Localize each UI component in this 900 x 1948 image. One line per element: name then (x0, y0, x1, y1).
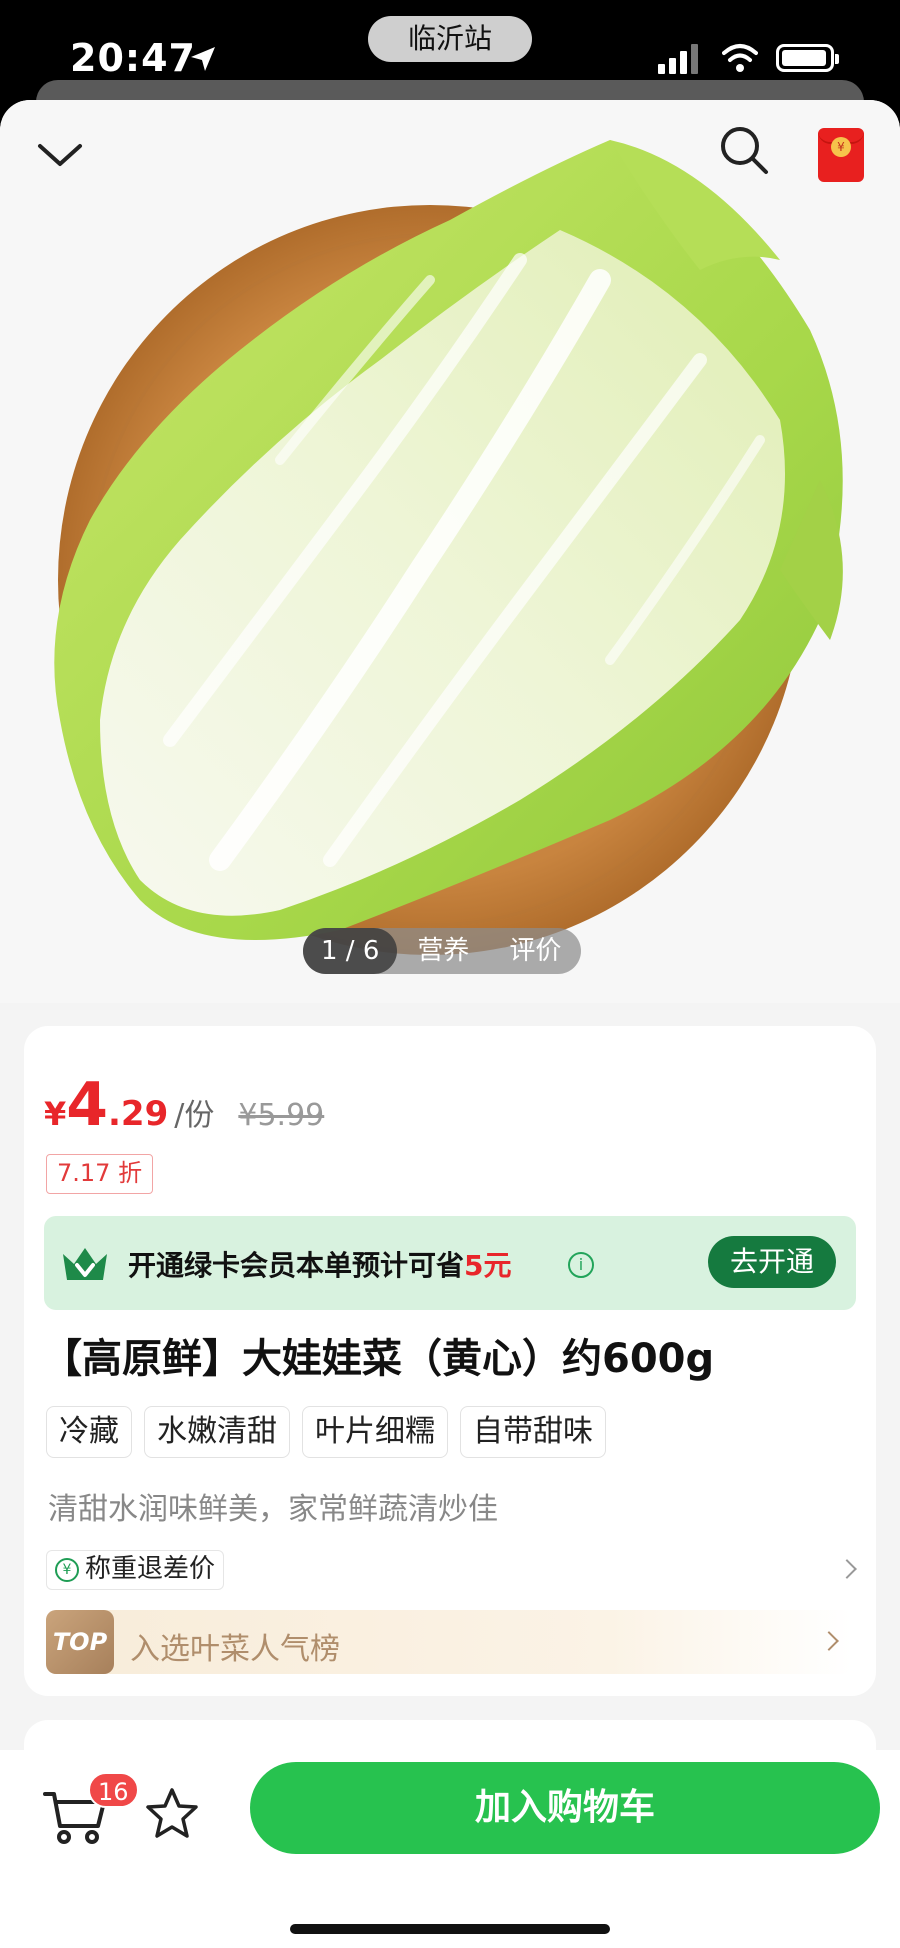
open-membership-button[interactable]: 去开通 (708, 1236, 836, 1288)
chevron-right-icon (837, 1559, 857, 1579)
tab-nutrition[interactable]: 营养 (397, 928, 489, 974)
station-pill[interactable]: 临沂站 (368, 16, 532, 62)
product-subtitle: 清甜水润味鲜美，家常鲜蔬清炒佳 (48, 1492, 498, 1527)
member-banner[interactable]: 开通绿卡会员本单预计可省5元 i 去开通 (44, 1216, 856, 1310)
top-badge-icon: TOP (46, 1610, 114, 1674)
product-gallery[interactable]: ¥ 1 / 6 营养 评价 (0, 100, 900, 1003)
status-time: 20:47 (70, 36, 196, 80)
price-integer: 4 (66, 1070, 109, 1140)
price-unit: /份 (174, 1098, 215, 1133)
cellular-signal-icon (658, 44, 698, 74)
search-icon[interactable] (716, 122, 772, 178)
price-row: ¥ 4 .29 /份 ¥5.99 (44, 1070, 324, 1140)
price-currency: ¥ (44, 1095, 67, 1133)
image-counter: 1 / 6 (303, 928, 398, 974)
green-card-crown-icon (63, 1248, 107, 1280)
weight-refund-row[interactable]: ¥ 称重退差价 (44, 1546, 876, 1594)
member-save-amount: 5元 (464, 1249, 512, 1282)
feature-tag: 水嫩清甜 (144, 1406, 290, 1458)
price-decimal: .29 (108, 1094, 169, 1134)
home-indicator[interactable] (290, 1924, 610, 1934)
tab-reviews[interactable]: 评价 (489, 928, 581, 974)
product-image (54, 140, 843, 955)
cart-count-badge: 16 (88, 1772, 139, 1808)
gallery-pager: 1 / 6 营养 评价 (303, 928, 582, 974)
weight-refund-chip: ¥ 称重退差价 (46, 1550, 225, 1590)
feature-tags: 冷藏 水嫩清甜 叶片细糯 自带甜味 (46, 1406, 606, 1458)
product-sheet: ¥ 1 / 6 营养 评价 ¥ 4 .29 /份 ¥5.99 7.17 折 开通… (0, 100, 900, 1948)
refund-coin-icon: ¥ (55, 1558, 79, 1582)
ranking-row[interactable]: TOP 入选叶菜人气榜 (46, 1610, 852, 1674)
favorite-star-icon[interactable] (144, 1786, 200, 1842)
product-title: 【高原鲜】大娃娃菜（黄心）约600g (42, 1336, 715, 1382)
info-icon[interactable]: i (568, 1252, 594, 1278)
wifi-icon (722, 44, 758, 72)
weight-refund-label: 称重退差价 (85, 1554, 216, 1584)
discount-badge: 7.17 折 (46, 1154, 154, 1194)
bottom-action-bar: 16 加入购物车 (0, 1750, 900, 1948)
red-packet-icon[interactable]: ¥ (818, 128, 864, 182)
original-price: ¥5.99 (238, 1098, 325, 1133)
feature-tag: 叶片细糯 (302, 1406, 448, 1458)
product-info-card: ¥ 4 .29 /份 ¥5.99 7.17 折 开通绿卡会员本单预计可省5元 i… (24, 1026, 876, 1696)
member-promo-text: 开通绿卡会员本单预计可省5元 (128, 1249, 512, 1282)
status-bar: 20:47 临沂站 (0, 0, 900, 120)
location-arrow-icon (191, 47, 215, 71)
add-to-cart-button[interactable]: 加入购物车 (250, 1762, 880, 1854)
feature-tag: 自带甜味 (460, 1406, 606, 1458)
ranking-label: 入选叶菜人气榜 (130, 1632, 340, 1667)
feature-tag: 冷藏 (46, 1406, 132, 1458)
chevron-right-icon (819, 1631, 839, 1651)
battery-icon (776, 44, 839, 72)
collapse-chevron-icon[interactable] (34, 134, 86, 174)
